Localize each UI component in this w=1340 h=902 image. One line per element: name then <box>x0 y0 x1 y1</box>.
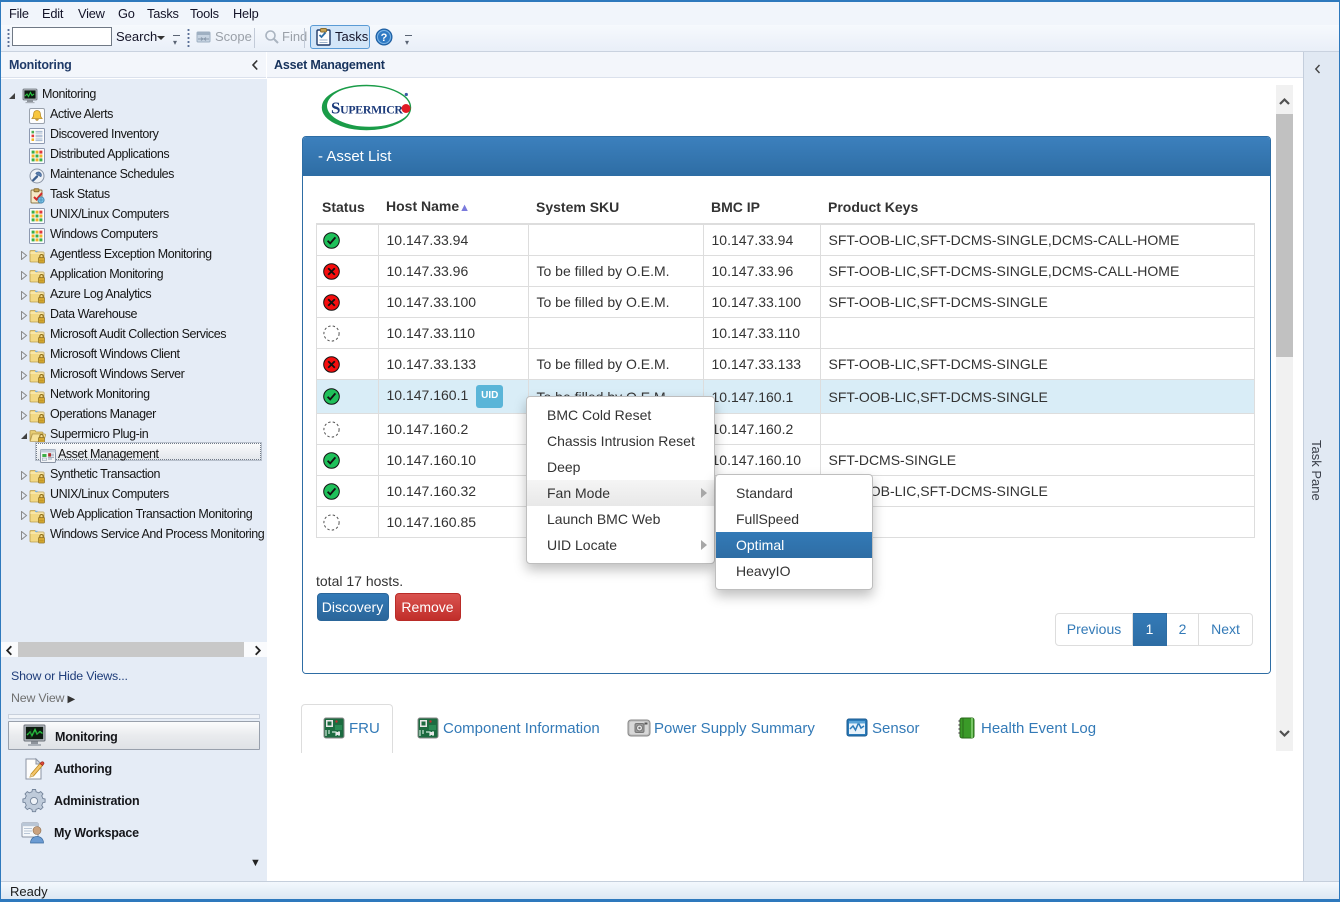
svg-text:?: ? <box>381 32 388 44</box>
